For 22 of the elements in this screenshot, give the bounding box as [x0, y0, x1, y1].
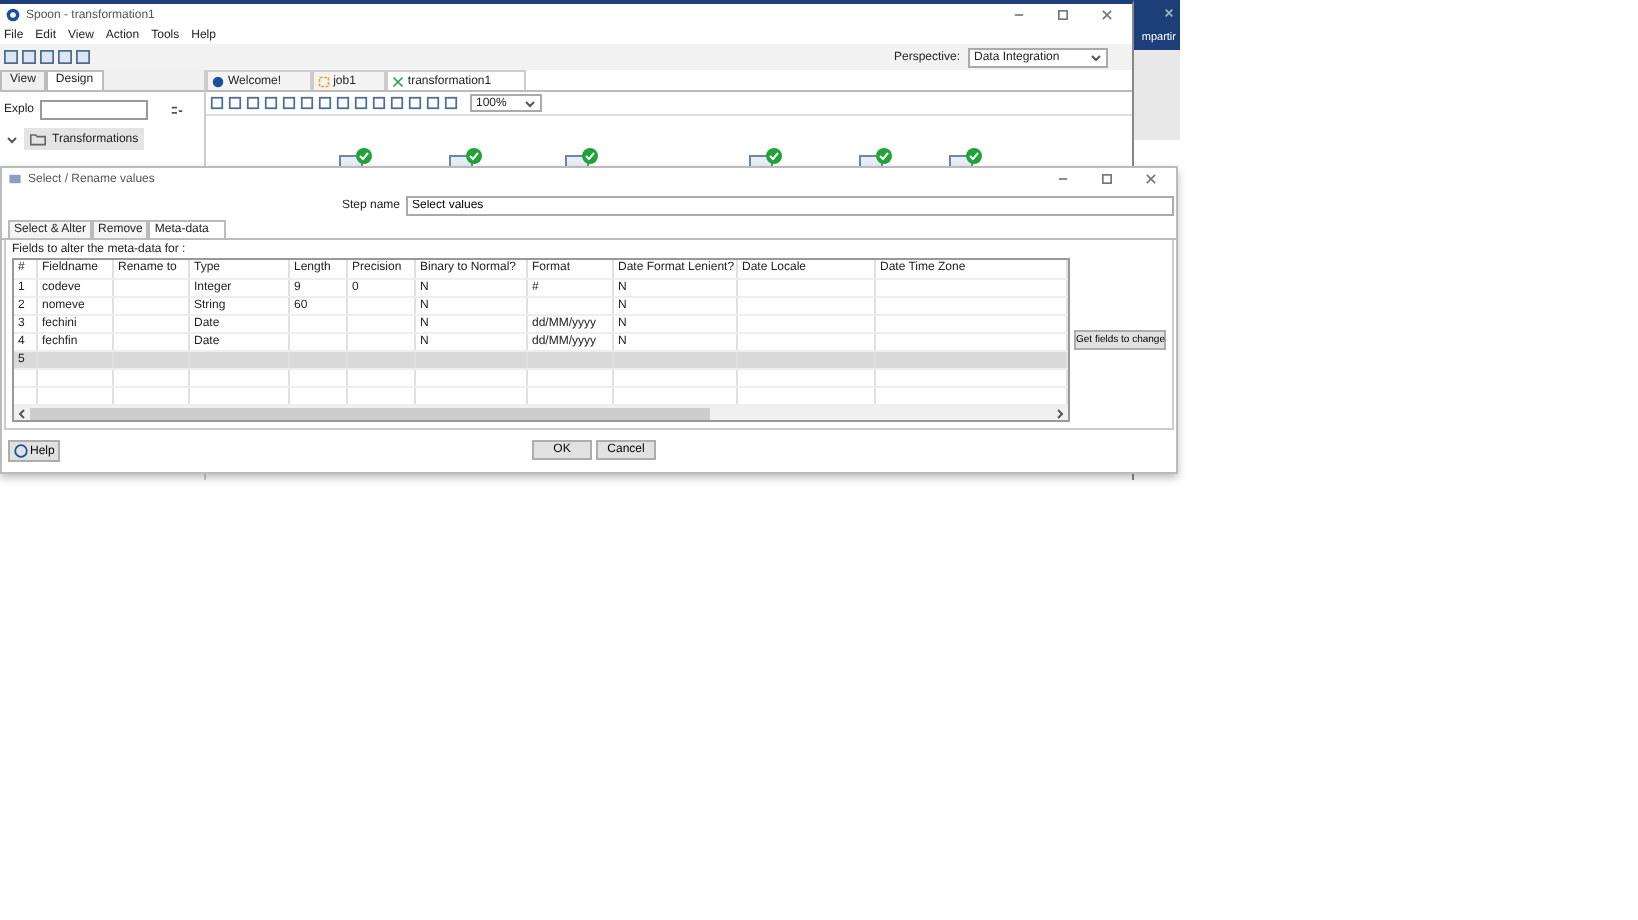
scroll-left-icon[interactable] [16, 407, 28, 419]
app-logo-icon [6, 8, 20, 22]
dialog-icon [8, 172, 22, 186]
minimize-icon[interactable] [1058, 174, 1068, 184]
minimize-icon[interactable] [1014, 10, 1024, 20]
transformation-icon [391, 75, 404, 87]
close-icon[interactable] [1102, 10, 1112, 20]
scroll-right-icon[interactable] [1054, 407, 1066, 419]
maximize-icon[interactable] [1102, 174, 1112, 184]
folder-icon [30, 132, 46, 146]
help-icon [14, 444, 28, 458]
search-field[interactable] [40, 100, 149, 120]
close-icon[interactable] [1146, 174, 1156, 184]
job-icon [317, 75, 330, 87]
collapse-icon[interactable] [170, 103, 185, 117]
chevron-down-icon[interactable] [6, 133, 18, 145]
caret-icon [524, 99, 536, 107]
caret-icon [1090, 53, 1102, 61]
circle-icon [212, 75, 224, 87]
close-icon[interactable] [1164, 8, 1174, 18]
maximize-icon[interactable] [1058, 10, 1068, 20]
horizontal-scrollbar[interactable] [14, 406, 1068, 420]
